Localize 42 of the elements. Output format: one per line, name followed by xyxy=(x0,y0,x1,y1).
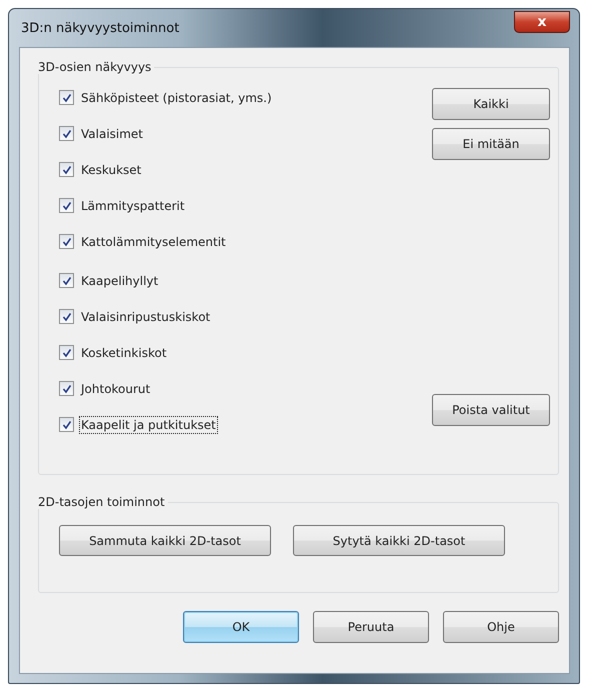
checkbox-label[interactable]: Kosketinkiskot xyxy=(79,344,169,362)
push-button[interactable]: Ei mitään xyxy=(432,128,550,160)
checkbox-label[interactable]: Kaapelihyllyt xyxy=(79,272,160,290)
checkbox-label[interactable]: Lämmityspatterit xyxy=(79,196,187,214)
checkbox[interactable] xyxy=(59,162,74,177)
checkbox[interactable] xyxy=(59,90,74,105)
dialog-button[interactable]: Ohje xyxy=(443,611,559,643)
checkbox[interactable] xyxy=(59,309,74,324)
checkbox-label[interactable]: Kaapelit ja putkitukset xyxy=(79,416,218,434)
checkbox[interactable] xyxy=(59,381,74,396)
checkmark-icon xyxy=(62,348,72,358)
push-button[interactable]: Sytytä kaikki 2D-tasot xyxy=(293,525,505,556)
checkmark-icon xyxy=(62,384,72,394)
dialog-button[interactable]: Peruuta xyxy=(313,611,429,643)
checkbox-label[interactable]: Valaisimet xyxy=(79,124,146,142)
checkbox-label[interactable]: Keskukset xyxy=(79,160,144,178)
push-button[interactable]: Poista valitut xyxy=(432,394,550,426)
push-button[interactable]: Kaikki xyxy=(432,88,550,120)
group-title: 3D-osien näkyvyys xyxy=(37,60,152,74)
checkbox-label[interactable]: Valaisinripustuskiskot xyxy=(79,308,212,326)
checkmark-icon xyxy=(62,92,72,102)
checkmark-icon xyxy=(62,420,72,430)
checkbox[interactable] xyxy=(59,234,74,249)
push-button[interactable]: Sammuta kaikki 2D-tasot xyxy=(59,525,271,556)
checkmark-icon xyxy=(62,128,72,138)
checkmark-icon xyxy=(62,164,72,174)
checkmark-icon xyxy=(62,236,72,246)
checkbox[interactable] xyxy=(59,126,74,141)
checkmark-icon xyxy=(62,312,72,322)
group-title: 2D-tasojen toiminnot xyxy=(37,495,166,509)
checkbox[interactable] xyxy=(59,417,74,432)
close-button[interactable]: x xyxy=(514,11,570,33)
checkbox[interactable] xyxy=(59,273,74,288)
checkbox[interactable] xyxy=(59,345,74,360)
checkmark-icon xyxy=(62,200,72,210)
checkbox-label[interactable]: Sähköpisteet (pistorasiat, yms.) xyxy=(79,88,274,106)
checkmark-icon xyxy=(62,276,72,286)
checkbox-label[interactable]: Johtokourut xyxy=(79,380,152,398)
window-title: 3D:n näkyvyystoiminnot xyxy=(20,20,180,36)
dialog-button[interactable]: OK xyxy=(183,611,299,643)
checkbox[interactable] xyxy=(59,198,74,213)
checkbox-label[interactable]: Kattolämmityselementit xyxy=(79,232,228,250)
